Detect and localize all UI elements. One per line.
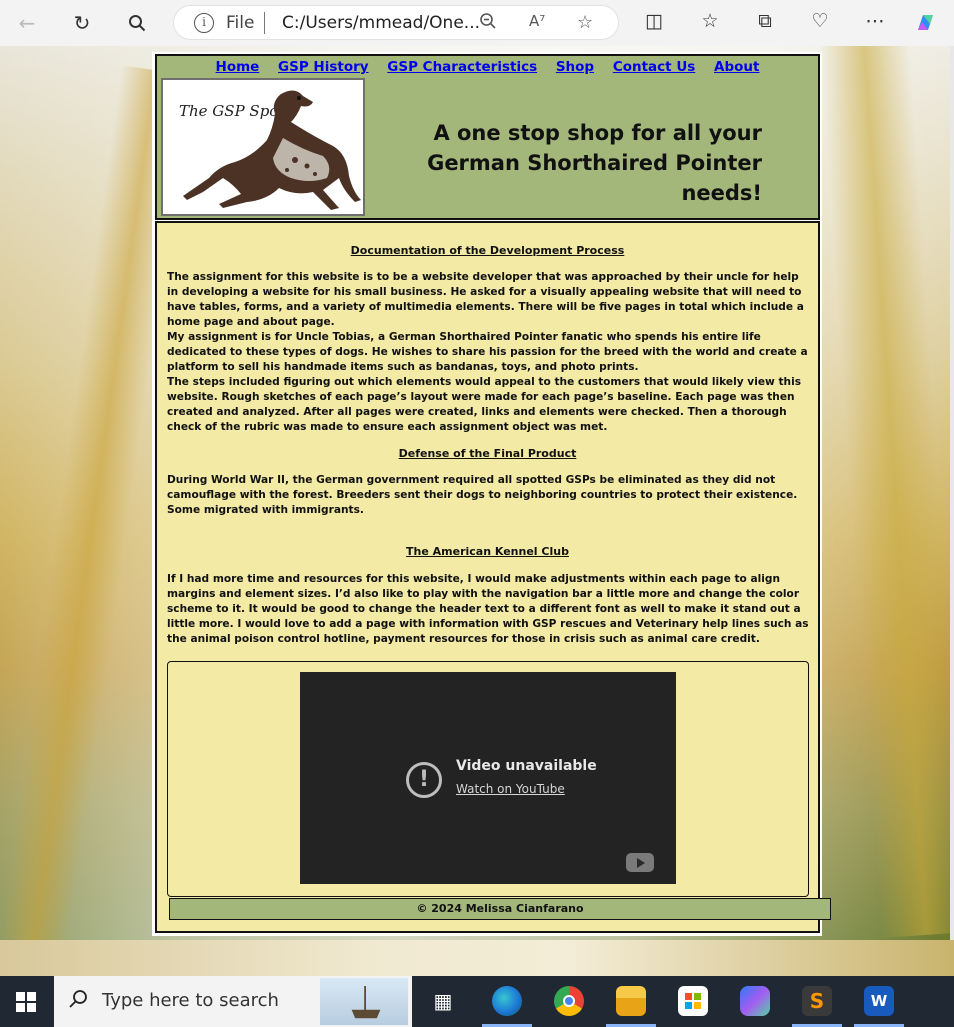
task-view-icon[interactable]: ▦ — [428, 986, 458, 1016]
read-aloud-icon[interactable]: A⁷ — [529, 12, 545, 30]
search-icon[interactable] — [123, 9, 151, 37]
browser-essentials-icon[interactable]: ♡ — [807, 10, 833, 32]
copilot-app-icon[interactable] — [740, 986, 770, 1016]
watch-on-youtube-link[interactable]: Watch on YouTube — [456, 782, 565, 796]
nav-link-gsp-characteristics[interactable]: GSP Characteristics — [387, 59, 537, 75]
scrollbar[interactable] — [950, 46, 954, 940]
file-explorer-icon[interactable] — [616, 986, 646, 1016]
info-icon[interactable]: i — [194, 13, 214, 33]
alert-icon: ! — [406, 762, 442, 798]
windows-taskbar: Type here to search ▦ S W — [0, 976, 954, 1027]
site-logo: The GSP Spot — [161, 78, 365, 216]
tagline-line-2: German Shorthaired Pointer needs! — [427, 151, 762, 205]
back-icon[interactable]: ← — [13, 9, 41, 37]
address-url[interactable]: C:/Users/mmead/One... — [282, 13, 480, 33]
address-separator — [264, 12, 265, 34]
nav-link-about[interactable]: About — [714, 59, 759, 75]
search-highlight-image — [320, 978, 408, 1025]
youtube-logo-icon[interactable] — [626, 853, 654, 872]
sublime-icon[interactable]: S — [802, 986, 832, 1016]
favorite-star-icon[interactable]: ☆ — [577, 12, 593, 33]
more-icon[interactable]: ⋯ — [862, 10, 888, 32]
section-text-defense: During World War II, the German governme… — [167, 474, 798, 516]
copilot-icon[interactable] — [913, 10, 939, 41]
refresh-icon[interactable]: ↻ — [68, 9, 96, 37]
taskbar-search-placeholder: Type here to search — [102, 990, 279, 1011]
section-title-akc: The American Kennel Club — [406, 545, 569, 558]
split-screen-icon[interactable]: ◫ — [641, 10, 667, 32]
site-nav: Home GSP History GSP Characteristics Sho… — [157, 59, 818, 75]
header-tagline: A one stop shop for all your German Shor… — [372, 118, 762, 208]
store-icon[interactable] — [678, 986, 708, 1016]
zoom-out-icon[interactable] — [479, 12, 497, 35]
nav-link-shop[interactable]: Shop — [556, 59, 594, 75]
video-container: ! Video unavailable Watch on YouTube — [167, 661, 809, 897]
main-content: Documentation of the Development Process… — [155, 221, 831, 933]
browser-toolbar: ← ↻ i File C:/Users/mmead/One... A⁷ ☆ ◫ … — [0, 0, 954, 46]
favorites-icon[interactable]: ☆ — [697, 10, 723, 32]
taskbar-search[interactable]: Type here to search — [54, 976, 412, 1027]
collections-icon[interactable]: ⧉ — [752, 10, 778, 32]
page-container: Home GSP History GSP Characteristics Sho… — [152, 52, 831, 936]
search-icon — [68, 989, 88, 1014]
site-header: Home GSP History GSP Characteristics Sho… — [155, 54, 820, 220]
nav-link-gsp-history[interactable]: GSP History — [278, 59, 369, 75]
page-background-bottom — [0, 940, 954, 976]
wheat-decoration — [818, 46, 950, 939]
nav-link-contact-us[interactable]: Contact Us — [613, 59, 696, 75]
address-prefix: File — [226, 13, 255, 33]
site-footer: © 2024 Melissa Cianfarano — [169, 898, 831, 920]
youtube-embed[interactable]: ! Video unavailable Watch on YouTube — [300, 672, 676, 884]
section-title-defense: Defense of the Final Product — [398, 447, 577, 460]
chrome-icon[interactable] — [554, 986, 584, 1016]
address-bar[interactable]: i File C:/Users/mmead/One... A⁷ ☆ — [173, 5, 619, 40]
word-icon[interactable]: W — [864, 986, 894, 1016]
section-text-documentation: The assignment for this website is to be… — [167, 271, 808, 433]
nav-link-home[interactable]: Home — [216, 59, 260, 75]
edge-icon[interactable] — [492, 986, 522, 1016]
windows-start-icon[interactable] — [0, 976, 52, 1027]
section-title-documentation: Documentation of the Development Process — [350, 244, 625, 257]
video-status: Video unavailable — [456, 758, 597, 774]
dog-illustration — [183, 90, 361, 210]
section-text-akc: If I had more time and resources for thi… — [167, 573, 809, 645]
tagline-line-1: A one stop shop for all your — [433, 121, 762, 145]
